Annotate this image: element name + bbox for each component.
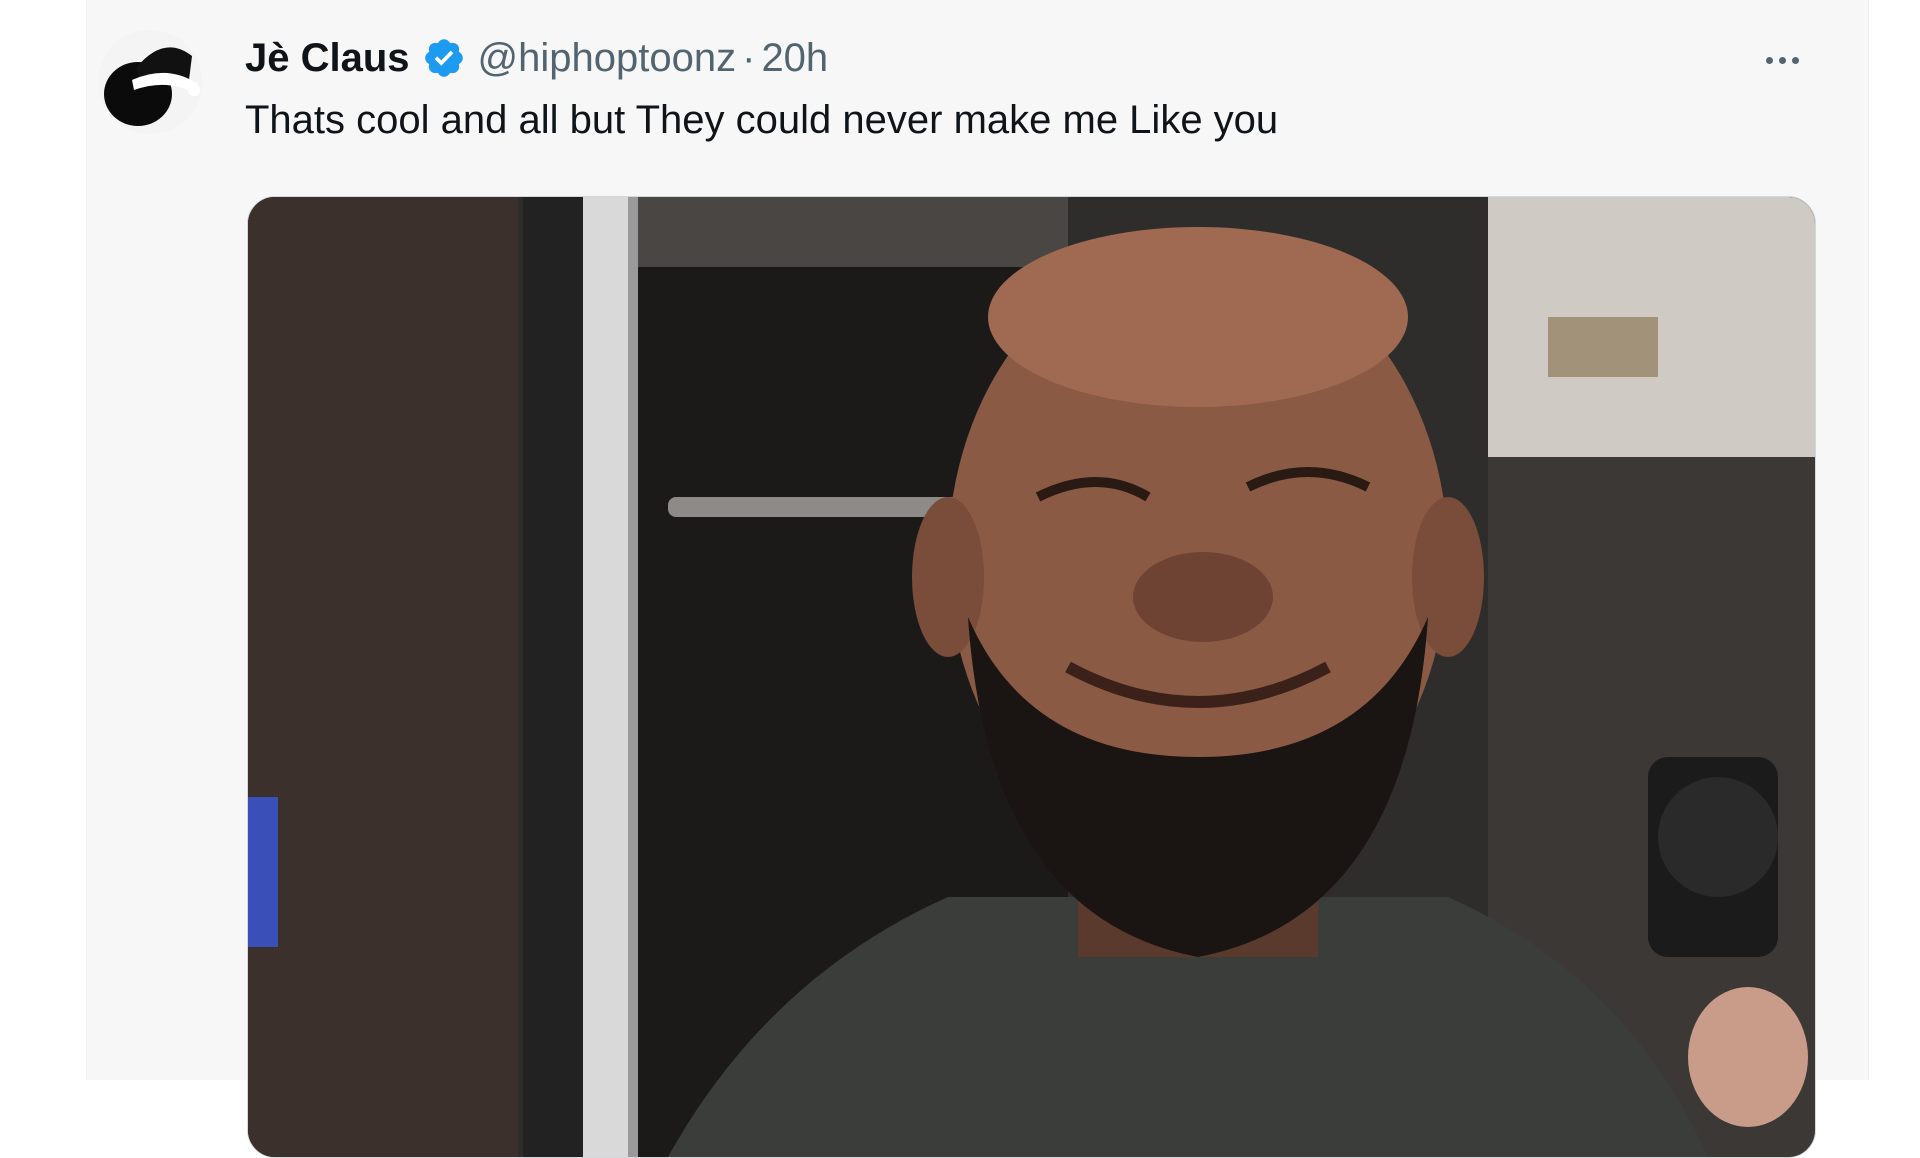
more-options-button[interactable] — [1752, 42, 1812, 78]
more-horizontal-icon — [1765, 56, 1773, 64]
separator-dot: · — [742, 35, 756, 80]
timestamp[interactable]: 20h — [761, 36, 828, 81]
verified-badge-icon — [422, 36, 466, 80]
display-name[interactable]: Jè Claus — [245, 36, 410, 81]
tweet-media-image[interactable] — [247, 196, 1816, 1158]
avatar-image — [98, 30, 202, 134]
photo-illustration — [248, 197, 1815, 1157]
avatar[interactable] — [98, 30, 202, 134]
tweet-text: Thats cool and all but They could never … — [245, 98, 1279, 142]
tweet-header: Jè Claus @hiphoptoonz · 20h — [245, 30, 828, 86]
user-handle[interactable]: @hiphoptoonz — [478, 36, 737, 81]
